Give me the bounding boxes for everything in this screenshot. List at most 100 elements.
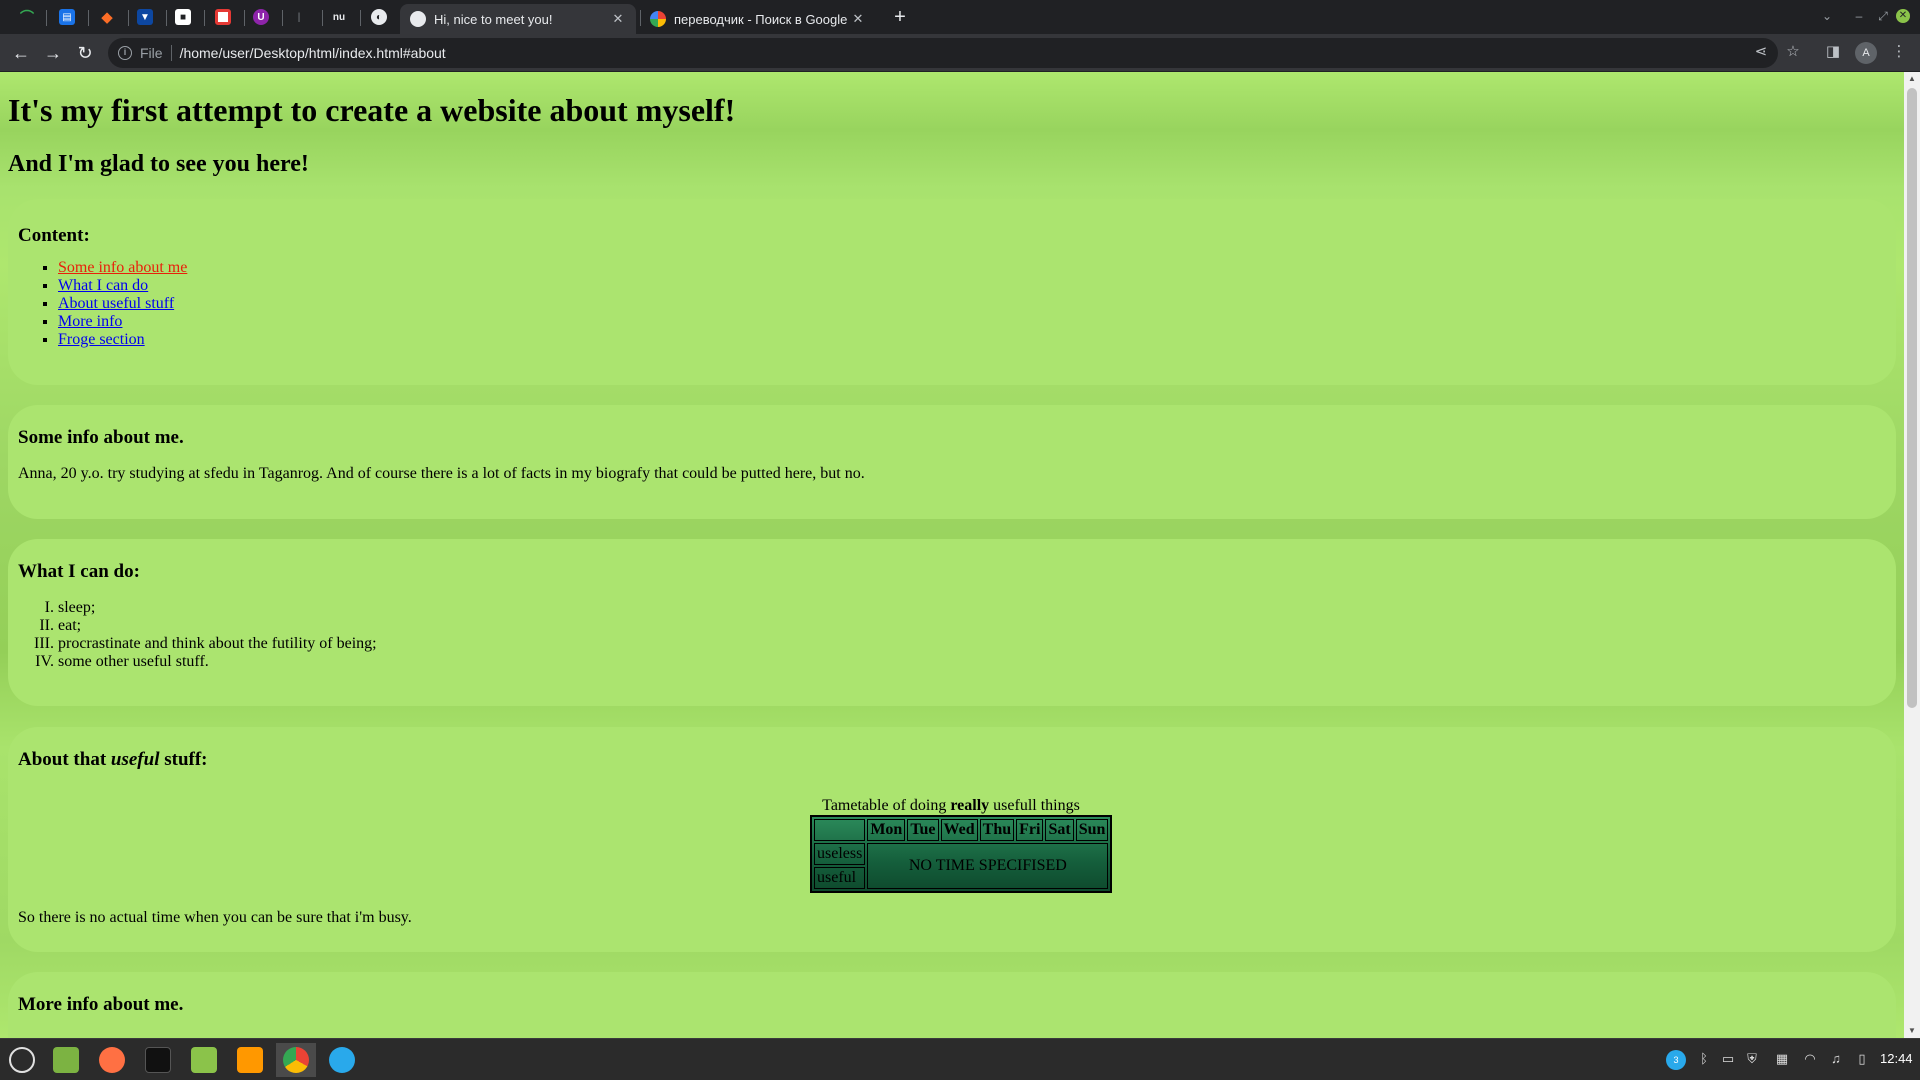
taskbar-files-button[interactable]: [46, 1043, 86, 1077]
cando-heading: What I can do:: [18, 561, 140, 582]
column-header: Thu: [979, 819, 1015, 841]
wifi-icon[interactable]: ◠: [1800, 1051, 1820, 1067]
openproject-icon: ⌒: [20, 9, 34, 25]
tab-separator: [88, 10, 89, 26]
shield-icon[interactable]: ⛨: [1742, 1051, 1762, 1067]
list-item: What I can do: [58, 277, 187, 295]
info-icon[interactable]: i: [118, 46, 132, 60]
page-scrollbar[interactable]: ▲ ▼: [1904, 72, 1920, 1038]
telegram-icon: [329, 1047, 355, 1073]
taskbar-telegram-button[interactable]: [322, 1043, 362, 1077]
list-item: some other useful stuff.: [58, 653, 377, 671]
pinned-tab-nu[interactable]: nu: [322, 4, 356, 30]
scrollbar-thumb[interactable]: [1907, 88, 1917, 708]
close-window-icon[interactable]: ✕: [1896, 9, 1910, 23]
side-panel-icon[interactable]: ◨: [1822, 42, 1844, 60]
timetable-cell: NO TIME SPECIFISED: [867, 843, 1109, 889]
bluetooth-icon[interactable]: ᛒ: [1694, 1051, 1714, 1066]
table-corner-cell: [814, 819, 866, 841]
folder-icon: [191, 1047, 217, 1073]
page-title: It's my first attempt to create a websit…: [8, 92, 736, 128]
list-item: About useful stuff: [58, 295, 187, 313]
link-more-info[interactable]: More info: [58, 313, 122, 330]
caption-text: usefull things: [989, 797, 1080, 814]
list-item: More info: [58, 313, 187, 331]
link-some-info-about-me[interactable]: Some info about me: [58, 259, 187, 276]
bookmark-star-icon[interactable]: ☆: [1782, 42, 1804, 60]
content-heading: Content:: [18, 225, 90, 246]
scroll-up-icon[interactable]: ▲: [1904, 72, 1920, 86]
ublock-icon: U: [253, 9, 269, 25]
notification-count: 3: [1673, 1055, 1679, 1065]
book-icon: ▤: [59, 9, 75, 25]
pinned-tab-youtube[interactable]: [206, 4, 240, 30]
gitlab-icon: ◆: [101, 9, 113, 26]
battery-icon[interactable]: ▯: [1852, 1051, 1872, 1067]
tab-title: Hi, nice to meet you!: [434, 11, 553, 27]
tab-hi-nice-to-meet-you[interactable]: Hi, nice to meet you! ✕: [400, 4, 636, 34]
maximize-icon[interactable]: ⤢: [1872, 6, 1894, 26]
column-header: Sun: [1075, 819, 1109, 841]
pinned-tab-bitbucket[interactable]: ▼: [128, 4, 162, 30]
close-icon[interactable]: ✕: [610, 11, 626, 27]
timetable-table: Mon Tue Wed Thu Fri Sat Sun useless NO T…: [810, 815, 1113, 893]
about-card: Some info about me. Anna, 20 y.o. try st…: [8, 405, 1896, 519]
url-text[interactable]: /home/user/Desktop/html/index.html#about: [180, 45, 446, 61]
keyboard-layout-flag-icon[interactable]: ▦: [1772, 1051, 1792, 1067]
sound-icon[interactable]: ♫: [1826, 1051, 1846, 1066]
tab-title: переводчик - Поиск в Google: [674, 11, 848, 27]
content-link-list: Some info about me What I can do About u…: [18, 259, 187, 349]
kebab-menu-icon[interactable]: ⋮: [1888, 42, 1910, 60]
pinned-tab-openproject[interactable]: ⌒: [10, 4, 44, 30]
pinned-tab-gitlab[interactable]: ◆: [90, 4, 124, 30]
page-subtitle: And I'm glad to see you here!: [8, 151, 309, 177]
clipboard-icon[interactable]: ▭: [1718, 1051, 1738, 1067]
taskbar-firefox-button[interactable]: [92, 1043, 132, 1077]
start-menu-button[interactable]: [2, 1043, 42, 1077]
useful-footer-text: So there is no actual time when you can …: [18, 909, 412, 926]
list-item: sleep;: [58, 599, 377, 617]
terminal-icon: [145, 1047, 171, 1073]
pinned-tab-ublock[interactable]: U: [244, 4, 278, 30]
list-item: Froge section: [58, 331, 187, 349]
tab-search-icon[interactable]: ⌄: [1816, 6, 1838, 26]
telegram-tray-icon[interactable]: 3: [1666, 1050, 1686, 1070]
avatar[interactable]: A: [1855, 42, 1877, 64]
taskbar-chrome-button[interactable]: [276, 1043, 316, 1077]
taskbar-terminal-button[interactable]: [138, 1043, 178, 1077]
pinned-tab-chat[interactable]: ■: [166, 4, 200, 30]
tab-google-search[interactable]: переводчик - Поиск в Google ✕: [640, 4, 876, 34]
more-info-card: More info about me.: [8, 972, 1896, 1038]
caption-text: Tametable of doing: [822, 797, 951, 814]
back-arrow-icon[interactable]: ←: [8, 40, 34, 66]
taskbar-sublime-button[interactable]: [230, 1043, 270, 1077]
cando-card: What I can do: sleep; eat; procrastinate…: [8, 539, 1896, 706]
column-header: Fri: [1016, 819, 1044, 841]
pinned-tab-book[interactable]: ▤: [50, 4, 84, 30]
system-clock[interactable]: 12:44: [1880, 1051, 1913, 1066]
taskbar-file-manager-button[interactable]: [184, 1043, 224, 1077]
scroll-down-icon[interactable]: ▼: [1904, 1024, 1920, 1038]
close-icon[interactable]: ✕: [850, 11, 866, 27]
new-tab-button[interactable]: +: [888, 6, 912, 28]
column-header: Mon: [867, 819, 906, 841]
reload-icon[interactable]: ↻: [72, 40, 98, 66]
address-bar[interactable]: i File /home/user/Desktop/html/index.htm…: [108, 38, 1778, 68]
share-icon[interactable]: ⋖: [1750, 42, 1772, 60]
pinned-tab-dash[interactable]: |: [282, 4, 316, 30]
about-text: Anna, 20 y.o. try studying at sfedu in T…: [18, 465, 865, 482]
tab-separator: [360, 10, 361, 26]
pinned-tab-globe[interactable]: ◐: [362, 4, 396, 30]
minimize-icon[interactable]: –: [1848, 6, 1870, 26]
omnibox-divider: [170, 45, 172, 61]
list-item: eat;: [58, 617, 377, 635]
forward-arrow-icon[interactable]: →: [40, 40, 66, 66]
link-froge-section[interactable]: Froge section: [58, 331, 145, 348]
table-row: useless NO TIME SPECIFISED: [814, 843, 1109, 889]
dash-icon: |: [297, 11, 301, 23]
link-about-useful-stuff[interactable]: About useful stuff: [58, 295, 174, 312]
cando-list: sleep; eat; procrastinate and think abou…: [18, 599, 377, 671]
link-what-i-can-do[interactable]: What I can do: [58, 277, 148, 294]
timetable: Tametable of doing really usefull things…: [810, 797, 1113, 893]
sublime-text-icon: [237, 1047, 263, 1073]
